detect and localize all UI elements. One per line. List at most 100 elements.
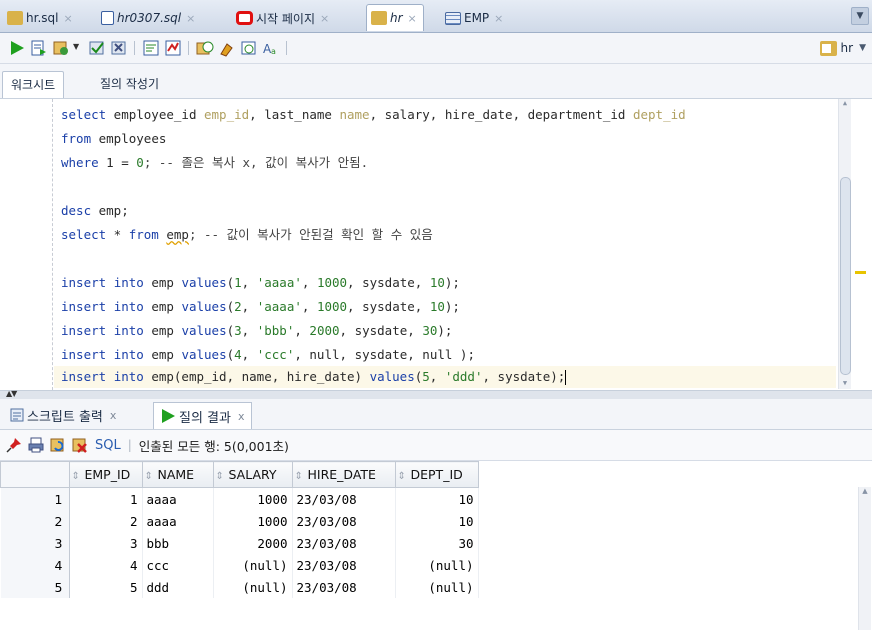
- cell-emp-id[interactable]: 5: [69, 576, 143, 598]
- cell-salary[interactable]: 1000: [213, 510, 293, 532]
- row-number[interactable]: 4: [0, 554, 70, 576]
- tab-list-dropdown-icon[interactable]: ▼: [851, 7, 869, 25]
- sort-icon[interactable]: ⇕: [295, 471, 305, 482]
- cell-name[interactable]: ccc: [142, 554, 214, 576]
- cell-emp-id[interactable]: 1: [69, 487, 143, 510]
- sql-button[interactable]: SQL: [95, 438, 121, 453]
- table-row[interactable]: 1 1 aaaa 1000 23/03/08 10: [0, 487, 479, 510]
- close-icon[interactable]: x: [238, 410, 245, 423]
- sql-db-icon: [819, 40, 837, 56]
- sort-icon[interactable]: ⇕: [216, 471, 226, 482]
- tab-query-result[interactable]: 질의 결과 x: [153, 402, 252, 429]
- row-header-corner: [0, 461, 70, 488]
- cell-salary[interactable]: (null): [213, 554, 293, 576]
- sort-icon[interactable]: ⇕: [398, 471, 408, 482]
- tab-label: EMP: [464, 11, 490, 25]
- connection-selector[interactable]: hr ▼: [819, 37, 866, 59]
- cell-hire-date[interactable]: 23/03/08: [292, 554, 396, 576]
- table-row[interactable]: 2 2 aaaa 1000 23/03/08 10: [0, 510, 479, 532]
- result-vertical-scrollbar[interactable]: ▲: [858, 487, 871, 630]
- code-line: select * from emp; -- 값이 복사가 안된걸 확인 할 수 …: [61, 227, 433, 242]
- cell-emp-id[interactable]: 4: [69, 554, 143, 576]
- delete-icon[interactable]: [72, 437, 88, 453]
- cell-hire-date[interactable]: 23/03/08: [292, 510, 396, 532]
- tab-label: 스크립트 출력: [27, 409, 103, 425]
- cell-name[interactable]: aaaa: [142, 510, 214, 532]
- close-icon[interactable]: ×: [63, 12, 72, 25]
- close-icon[interactable]: x: [110, 409, 117, 422]
- sort-icon[interactable]: ⇕: [145, 471, 155, 482]
- chevron-down-icon[interactable]: ▼: [73, 42, 79, 51]
- column-header-dept-id[interactable]: ⇕ DEPT_ID: [394, 461, 479, 488]
- code-line: select employee_id emp_id, last_name nam…: [61, 107, 686, 122]
- tab-worksheet[interactable]: 워크시트: [2, 71, 65, 98]
- scroll-up-arrow-icon[interactable]: ▲: [859, 487, 871, 497]
- cell-hire-date[interactable]: 23/03/08: [292, 532, 396, 554]
- row-number[interactable]: 1: [0, 487, 70, 510]
- rollback-icon[interactable]: [110, 39, 128, 57]
- row-number[interactable]: 3: [0, 532, 70, 554]
- cell-dept-id[interactable]: (null): [395, 554, 479, 576]
- cell-salary[interactable]: 1000: [213, 487, 293, 510]
- refresh-icon[interactable]: [50, 437, 66, 453]
- table-row[interactable]: 5 5 ddd (null) 23/03/08 (null): [0, 576, 479, 598]
- sql-editor[interactable]: select employee_id emp_id, last_name nam…: [0, 99, 852, 390]
- tab-hr0307-sql[interactable]: hr0307.sql ×: [96, 4, 202, 31]
- cell-name[interactable]: bbb: [142, 532, 214, 554]
- sql-history-icon[interactable]: [196, 39, 214, 57]
- close-icon[interactable]: ×: [494, 12, 503, 25]
- format-icon[interactable]: Aa: [262, 39, 280, 57]
- row-number[interactable]: 5: [0, 576, 70, 598]
- column-header-name[interactable]: ⇕ NAME: [141, 461, 214, 488]
- sql-tuning-icon[interactable]: [164, 39, 182, 57]
- close-icon[interactable]: ×: [320, 12, 329, 25]
- pin-icon[interactable]: [6, 437, 22, 453]
- tab-script-output[interactable]: 스크립트 출력 x: [4, 402, 122, 428]
- cell-dept-id[interactable]: 10: [395, 487, 479, 510]
- splitter-arrows-icon[interactable]: ▲▼: [6, 389, 17, 398]
- editor-vertical-scrollbar[interactable]: ▲ ▼: [838, 99, 851, 389]
- warning-marker[interactable]: [855, 271, 866, 274]
- sql-history-clock-icon[interactable]: [240, 39, 258, 57]
- table-row[interactable]: 4 4 ccc (null) 23/03/08 (null): [0, 554, 479, 576]
- cell-dept-id[interactable]: 30: [395, 532, 479, 554]
- sort-icon[interactable]: ⇕: [72, 471, 82, 482]
- column-header-emp-id[interactable]: ⇕ EMP_ID: [68, 461, 143, 488]
- cell-hire-date[interactable]: 23/03/08: [292, 576, 396, 598]
- row-number[interactable]: 2: [0, 510, 70, 532]
- cell-dept-id[interactable]: 10: [395, 510, 479, 532]
- run-statement-icon[interactable]: [8, 39, 26, 57]
- close-icon[interactable]: ×: [408, 12, 417, 25]
- editor-scroll-thumb[interactable]: [840, 177, 851, 375]
- table-row[interactable]: 3 3 bbb 2000 23/03/08 30: [0, 532, 479, 554]
- column-header-salary[interactable]: ⇕ SALARY: [212, 461, 293, 488]
- cell-salary[interactable]: 2000: [213, 532, 293, 554]
- cell-emp-id[interactable]: 2: [69, 510, 143, 532]
- tab-hr-sql[interactable]: hr.sql ×: [2, 4, 80, 31]
- scroll-up-arrow-icon[interactable]: ▲: [839, 99, 851, 109]
- clear-icon[interactable]: [218, 39, 236, 57]
- code-line: insert into emp values(1, 'aaaa', 1000, …: [61, 275, 460, 290]
- cell-name[interactable]: aaaa: [142, 487, 214, 510]
- scroll-down-arrow-icon[interactable]: ▼: [839, 379, 851, 389]
- autotrace-icon[interactable]: [52, 39, 70, 57]
- cell-hire-date[interactable]: 23/03/08: [292, 487, 396, 510]
- print-icon[interactable]: [28, 437, 44, 453]
- cell-name[interactable]: ddd: [142, 576, 214, 598]
- tab-query-builder[interactable]: 질의 작성기: [92, 71, 167, 97]
- explain-plan-icon[interactable]: [142, 39, 160, 57]
- cell-emp-id[interactable]: 3: [69, 532, 143, 554]
- column-header-hire-date[interactable]: ⇕ HIRE_DATE: [291, 461, 396, 488]
- run-script-icon[interactable]: [30, 39, 48, 57]
- tab-start-page[interactable]: 시작 페이지 ×: [231, 4, 336, 31]
- close-icon[interactable]: ×: [186, 12, 195, 25]
- code-line: desc emp;: [61, 203, 129, 218]
- cell-dept-id[interactable]: (null): [395, 576, 479, 598]
- tab-emp[interactable]: EMP ×: [440, 4, 510, 31]
- commit-icon[interactable]: [88, 39, 106, 57]
- worksheet-toolbar: ▼ Aa hr ▼: [0, 33, 872, 64]
- tab-hr[interactable]: hr ×: [366, 4, 424, 31]
- result-grid[interactable]: ⇕ EMP_ID ⇕ NAME ⇕ SALARY ⇕ HIRE_DATE ⇕ DEPT_I…: [0, 461, 860, 630]
- chevron-down-icon: ▼: [859, 43, 866, 53]
- cell-salary[interactable]: (null): [213, 576, 293, 598]
